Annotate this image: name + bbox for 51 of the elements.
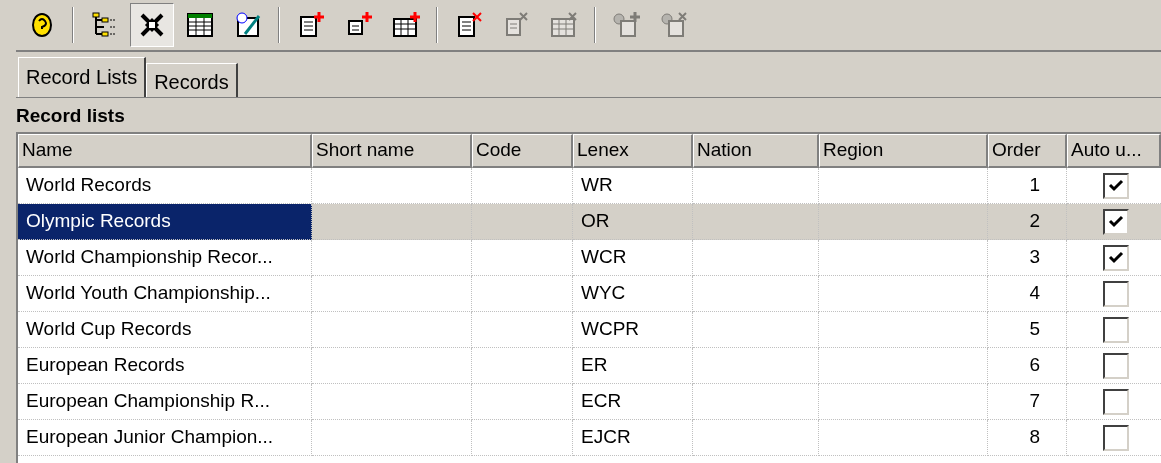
table-cell: WYC xyxy=(573,276,693,312)
column-header[interactable]: Order xyxy=(988,134,1067,168)
checkmark-icon xyxy=(1108,250,1124,265)
table-cell: European Records xyxy=(18,348,312,384)
table-cell: 6 xyxy=(988,348,1067,384)
checkbox[interactable] xyxy=(1103,172,1129,199)
table-cell: World Cup Records xyxy=(18,312,312,348)
table-cell: European Junior Champion... xyxy=(18,420,312,456)
table-cell: World Youth Championship... xyxy=(18,276,312,312)
table-cell: World Records xyxy=(18,168,312,204)
checkbox[interactable] xyxy=(1103,280,1129,307)
table-cell: 7 xyxy=(988,384,1067,420)
column-header[interactable]: Nation xyxy=(693,134,819,168)
grid-delete-icon xyxy=(549,10,579,40)
column-header[interactable]: Short name xyxy=(312,134,472,168)
checkbox[interactable] xyxy=(1103,244,1129,271)
tab[interactable]: Records xyxy=(146,63,238,97)
table-icon xyxy=(185,10,215,40)
checkmark-icon xyxy=(1108,178,1124,193)
section-title: Record lists xyxy=(16,103,126,128)
table-cell: ER xyxy=(573,348,693,384)
table-cell: 8 xyxy=(988,420,1067,456)
column-header[interactable]: Code xyxy=(472,134,573,168)
table-cell: ECR xyxy=(573,384,693,420)
checkbox[interactable] xyxy=(1103,424,1129,451)
column-header[interactable]: Region xyxy=(819,134,988,168)
table-cell: 2 xyxy=(988,204,1067,240)
checkbox[interactable] xyxy=(1103,352,1129,379)
clock-edit-icon xyxy=(233,10,263,40)
column-header[interactable]: Name xyxy=(18,134,312,168)
grid-add-icon xyxy=(391,10,421,40)
table-cell: WCPR xyxy=(573,312,693,348)
table-cell: WR xyxy=(573,168,693,204)
checkmark-icon xyxy=(1108,214,1124,229)
checkbox[interactable] xyxy=(1103,316,1129,343)
column-header[interactable]: Lenex xyxy=(573,134,693,168)
table-cell: European Championship R... xyxy=(18,384,312,420)
table-cell: 4 xyxy=(988,276,1067,312)
table-cell: 5 xyxy=(988,312,1067,348)
table-cell: WCR xyxy=(573,240,693,276)
toolbar-button[interactable] xyxy=(130,3,174,47)
column-header[interactable]: Auto u... xyxy=(1067,134,1161,168)
table-cell: World Championship Recor... xyxy=(18,240,312,276)
table-cell: OR xyxy=(573,204,693,240)
checkbox[interactable] xyxy=(1103,208,1129,235)
tab[interactable]: Record Lists xyxy=(18,57,147,97)
table-cell: EJCR xyxy=(573,420,693,456)
table-cell: 1 xyxy=(988,168,1067,204)
table-cell: 3 xyxy=(988,240,1067,276)
table-cell: Olympic Records xyxy=(18,204,312,240)
checkbox[interactable] xyxy=(1103,388,1129,415)
